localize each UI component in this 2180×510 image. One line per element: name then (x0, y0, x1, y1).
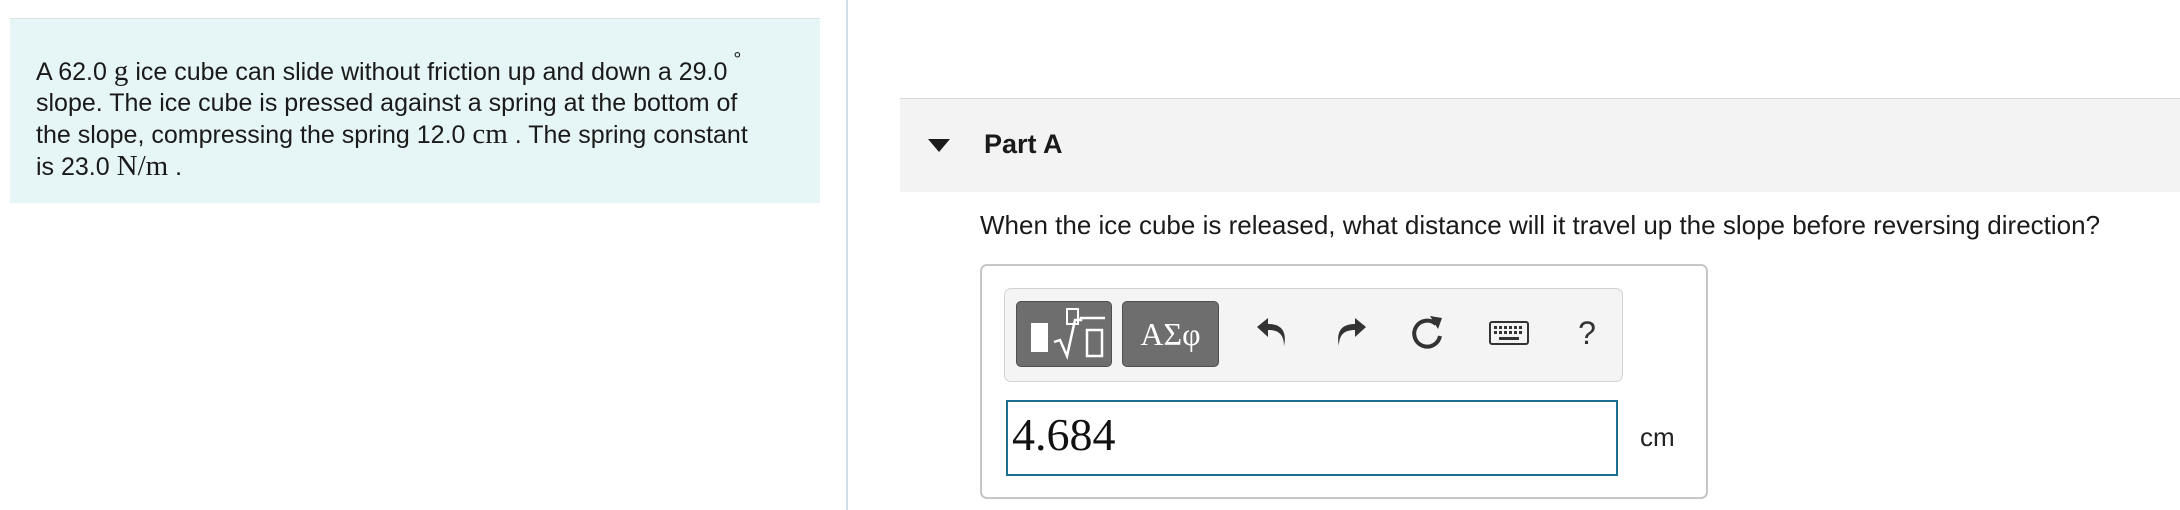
part-a-header[interactable]: Part A (900, 98, 2180, 192)
reset-icon[interactable] (1405, 311, 1449, 355)
help-icon[interactable]: ? (1565, 311, 1609, 355)
symbols-button[interactable]: ΑΣφ (1122, 301, 1219, 367)
problem-text-7: . (175, 153, 183, 181)
problem-text-2: ice cube can slide without friction up a… (135, 58, 728, 86)
part-title: Part A (984, 129, 1063, 159)
templates-button[interactable] (1016, 301, 1112, 367)
problem-statement: A 62.0 g ice cube can slide without fric… (10, 19, 820, 203)
question-text: When the ice cube is released, what dist… (980, 210, 2101, 240)
problem-text-3: slope. The ice cube is pressed against a… (36, 89, 738, 117)
spring-unit: N/m (116, 150, 169, 182)
undo-icon[interactable] (1251, 311, 1295, 355)
problem-text-1: A 62.0 (36, 58, 107, 86)
problem-text-6: is 23.0 (36, 153, 110, 181)
answer-input[interactable]: 4.684 (1006, 400, 1618, 476)
column-divider (846, 0, 848, 510)
templates-icon (1053, 308, 1105, 361)
answer-panel: ΑΣφ ? 4.684 cm (980, 264, 1708, 499)
problem-text-4: the slope, compressing the spring 12.0 (36, 121, 466, 149)
length-unit: cm (472, 118, 508, 150)
redo-icon[interactable] (1328, 311, 1372, 355)
template-square-icon (1031, 323, 1048, 352)
math-toolbar: ΑΣφ ? (1004, 288, 1623, 382)
keyboard-icon[interactable] (1478, 311, 1540, 355)
problem-text-5: . The spring constant (514, 121, 748, 149)
answer-unit: cm (1640, 422, 1675, 452)
degree-symbol: ° (733, 49, 742, 71)
mass-unit: g (113, 55, 129, 87)
caret-down-icon[interactable] (928, 139, 950, 152)
